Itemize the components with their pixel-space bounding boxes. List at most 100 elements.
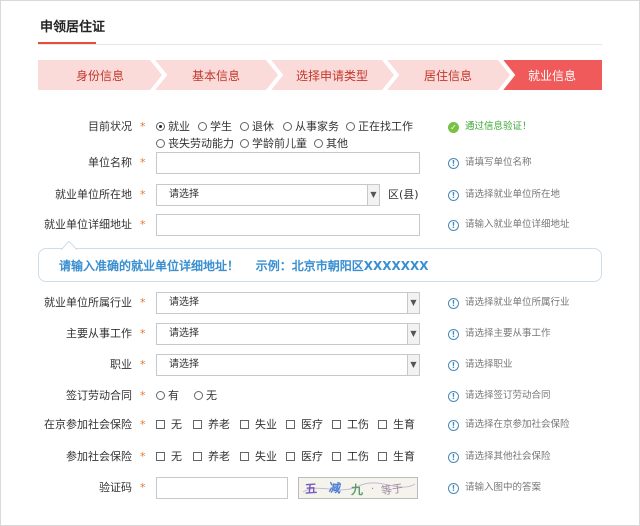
captcha-row: 验证码 * 五 减 九 · 等于 ! 请输入图中的答案 [0,477,640,499]
occupation-label: 职业 [110,358,132,371]
other-insurance-label: 参加社会保险 [66,450,132,463]
step-apply-type[interactable]: 选择申请类型 [270,60,394,90]
chevron-down-icon: ▼ [407,324,419,344]
employer-name-input[interactable] [156,152,420,174]
other-insurance-medical[interactable]: 医疗 [286,449,323,465]
status-option-other[interactable]: 其他 [314,136,348,152]
checkbox-icon [286,420,295,429]
checkbox-icon [193,452,202,461]
option-label: 丧失劳动能力 [168,137,234,150]
option-label: 医疗 [301,450,323,463]
other-insurance-unemployment[interactable]: 失业 [240,449,277,465]
employer-name-hint: ! 请填写单位名称 [448,152,532,174]
option-label: 医疗 [301,418,323,431]
address-example-text: 请输入准确的就业单位详细地址！ 示例：北京市朝阳区XXXXXXX [59,259,429,273]
title-underline [38,42,96,44]
captcha-image[interactable]: 五 减 九 · 等于 [298,477,418,499]
option-label: 养老 [208,450,230,463]
beijing-insurance-unemployment[interactable]: 失业 [240,417,277,433]
status-row: 目前状况 * 就业 学生 退休 从事家务 正在找工作 丧失劳动能力 学龄前儿童 … [0,116,640,156]
industry-hint: ! 请选择就业单位所属行业 [448,292,570,314]
checkbox-icon [332,452,341,461]
contract-hint: ! 请选择签订劳动合同 [448,385,551,407]
captcha-input[interactable] [156,477,288,499]
beijing-insurance-medical[interactable]: 医疗 [286,417,323,433]
main-work-select[interactable]: 请选择 ▼ [156,323,420,345]
status-option-employed[interactable]: 就业 [156,119,190,135]
hint-text: 请选择其他社会保险 [465,451,551,462]
hint-text: 请选择就业单位所在地 [465,189,561,200]
status-option-student[interactable]: 学生 [198,119,232,135]
option-label: 工伤 [347,418,369,431]
captcha-hint: ! 请输入图中的答案 [448,477,541,499]
hint-text: 通过信息验证！ [465,121,532,132]
hint-text: 请选择主要从事工作 [465,328,551,339]
checkbox-icon [332,420,341,429]
page-title: 申领居住证 [40,20,106,35]
step-basic[interactable]: 基本信息 [154,60,278,90]
status-option-disabled[interactable]: 丧失劳动能力 [156,136,234,152]
employer-address-input[interactable] [156,214,420,236]
status-option-preschool[interactable]: 学龄前儿童 [240,136,307,152]
option-label: 学生 [210,120,232,133]
option-label: 养老 [208,418,230,431]
employer-location-select[interactable]: 请选择 ▼ [156,184,380,206]
option-label: 就业 [168,120,190,133]
step-label: 身份信息 [75,68,124,83]
svg-text:九: 九 [350,482,363,497]
checkbox-icon [193,420,202,429]
beijing-insurance-injury[interactable]: 工伤 [332,417,369,433]
checkbox-icon [240,452,249,461]
checkbox-icon [378,420,387,429]
radio-icon [314,139,323,148]
beijing-insurance-hint: ! 请选择在京参加社会保险 [448,414,570,436]
select-value: 请选择 [169,297,199,308]
required-mark: * [140,418,146,431]
svg-text:·: · [371,484,374,495]
other-insurance-injury[interactable]: 工伤 [332,449,369,465]
employer-name-row: 单位名称 * ! 请填写单位名称 [0,152,640,174]
required-mark: * [140,481,146,494]
other-insurance-hint: ! 请选择其他社会保险 [448,446,551,468]
svg-text:减: 减 [328,479,342,495]
info-icon: ! [448,298,459,309]
beijing-insurance-label: 在京参加社会保险 [44,418,132,431]
other-insurance-pension[interactable]: 养老 [193,449,230,465]
hint-text: 请输入图中的答案 [465,482,542,493]
info-icon: ! [448,190,459,201]
info-icon: ! [448,158,459,169]
other-insurance-maternity[interactable]: 生育 [378,449,415,465]
step-label: 就业信息 [527,68,576,83]
option-label: 学龄前儿童 [252,137,307,150]
select-value: 请选择 [169,328,199,339]
option-label: 失业 [255,450,277,463]
contract-option-yes[interactable]: 有 [156,388,179,404]
step-identity[interactable]: 身份信息 [38,60,162,90]
option-label: 生育 [393,450,415,463]
status-option-retired[interactable]: 退休 [240,119,274,135]
step-residence[interactable]: 居住信息 [386,60,510,90]
occupation-row: 职业 * 请选择 ▼ ! 请选择职业 [0,354,640,376]
beijing-insurance-row: 在京参加社会保险 * 无 养老 失业 医疗 工伤 生育 ! 请选择在京参加社会保险 [0,414,640,436]
step-label: 基本信息 [191,68,240,83]
contract-option-no[interactable]: 无 [194,388,217,404]
beijing-insurance-pension[interactable]: 养老 [193,417,230,433]
status-option-housework[interactable]: 从事家务 [283,119,339,135]
step-employment[interactable]: 就业信息 [502,60,602,90]
beijing-insurance-none[interactable]: 无 [156,417,182,433]
occupation-select[interactable]: 请选择 ▼ [156,354,420,376]
checkbox-icon [378,452,387,461]
industry-select[interactable]: 请选择 ▼ [156,292,420,314]
required-mark: * [140,218,146,231]
info-icon: ! [448,220,459,231]
beijing-insurance-maternity[interactable]: 生育 [378,417,415,433]
info-icon: ! [448,420,459,431]
required-mark: * [140,358,146,371]
checkbox-icon [240,420,249,429]
option-label: 工伤 [347,450,369,463]
radio-icon [156,391,165,400]
select-value: 请选择 [169,359,199,370]
status-option-job-seeking[interactable]: 正在找工作 [346,119,413,135]
hint-text: 请填写单位名称 [465,157,532,168]
other-insurance-none[interactable]: 无 [156,449,182,465]
